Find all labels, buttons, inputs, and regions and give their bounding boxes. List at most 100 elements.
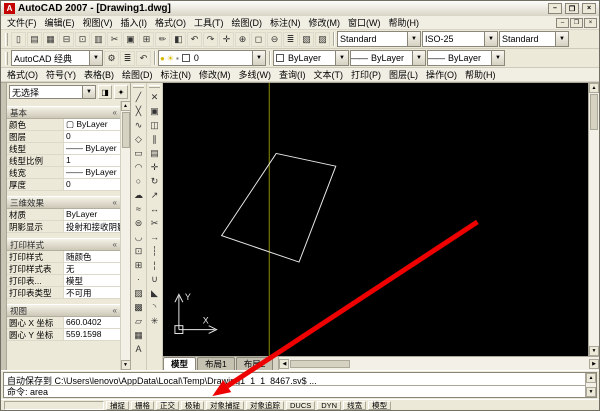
table-icon[interactable]: ▦: [132, 328, 146, 342]
property-row[interactable]: 阴影显示 投射和接收阴影: [7, 221, 120, 233]
polygon-icon[interactable]: ◇: [132, 132, 146, 146]
property-value[interactable]: —— ByLayer: [64, 143, 120, 154]
rectangle-icon[interactable]: ▭: [132, 146, 146, 160]
erase-icon[interactable]: ✕: [148, 90, 162, 104]
menu-item[interactable]: 工具(T): [190, 16, 228, 29]
insert-block-icon[interactable]: ⊡: [132, 244, 146, 258]
express-menu-item[interactable]: 文本(T): [310, 68, 348, 81]
construction-line-icon[interactable]: ╳: [132, 104, 146, 118]
express-menu-item[interactable]: 绘图(D): [118, 68, 157, 81]
express-menu-item[interactable]: 打印(P): [347, 68, 385, 81]
publish-icon[interactable]: ▥: [91, 31, 106, 47]
zoom-realtime-icon[interactable]: ⊕: [235, 31, 250, 47]
designcenter-icon[interactable]: ▧: [299, 31, 314, 47]
status-toggle-button[interactable]: 栅格: [131, 400, 154, 410]
save-icon[interactable]: ▦: [43, 31, 58, 47]
scroll-up-icon[interactable]: ▲: [589, 83, 599, 93]
command-scrollbar[interactable]: ▲ ▼: [585, 373, 596, 397]
property-row[interactable]: 打印表... 模型: [7, 275, 120, 287]
property-row[interactable]: 圆心 Y 坐标 559.1598: [7, 329, 120, 341]
command-input[interactable]: 命令: area: [4, 385, 585, 397]
spline-icon[interactable]: ≈: [132, 202, 146, 216]
minimize-button[interactable]: –: [548, 3, 562, 14]
property-value[interactable]: ByLayer: [64, 209, 120, 220]
property-value[interactable]: 0: [64, 131, 120, 142]
scroll-down-icon[interactable]: ▼: [120, 360, 130, 370]
property-row[interactable]: 打印表类型 不可用: [7, 287, 120, 299]
dim-style-combo[interactable]: ISO-25 ▼: [422, 31, 498, 47]
properties-icon[interactable]: ≣: [283, 31, 298, 47]
pan-icon[interactable]: ✛: [219, 31, 234, 47]
canvas-horizontal-scrollbar[interactable]: ◀ ▶: [278, 357, 599, 370]
workspace-settings-icon[interactable]: ⚙: [104, 50, 119, 66]
copy-icon[interactable]: ▣: [123, 31, 138, 47]
menu-item[interactable]: 绘图(D): [228, 16, 267, 29]
close-button[interactable]: ×: [582, 3, 596, 14]
menu-item[interactable]: 文件(F): [3, 16, 41, 29]
status-toggle-button[interactable]: 对象捕捉: [206, 400, 244, 410]
property-row[interactable]: 图层 0: [7, 131, 120, 143]
scroll-up-icon[interactable]: ▲: [120, 101, 130, 111]
plot-icon[interactable]: ⊟: [59, 31, 74, 47]
palette-section-header[interactable]: 视图 «: [7, 304, 120, 317]
extend-icon[interactable]: →: [148, 230, 162, 244]
scroll-down-icon[interactable]: ▼: [589, 346, 599, 356]
chevron-down-icon[interactable]: ▼: [252, 51, 265, 65]
express-menu-item[interactable]: 表格(B): [80, 68, 118, 81]
menu-item[interactable]: 标注(N): [266, 16, 305, 29]
mtext-icon[interactable]: A: [132, 342, 146, 356]
property-value[interactable]: 投射和接收阴影: [64, 221, 120, 232]
layer-properties-icon[interactable]: ≣: [120, 50, 135, 66]
doc-minimize-button[interactable]: –: [556, 17, 569, 28]
chevron-down-icon[interactable]: ▼: [407, 32, 420, 46]
ellipse-arc-icon[interactable]: ◡: [132, 230, 146, 244]
canvas-vertical-scrollbar[interactable]: ▲ ▼: [588, 83, 599, 356]
status-toggle-button[interactable]: DUCS: [286, 400, 316, 410]
status-toggle-button[interactable]: 极轴: [181, 400, 204, 410]
property-value[interactable]: 模型: [64, 275, 120, 286]
scrollbar-thumb[interactable]: [121, 112, 130, 148]
collapse-icon[interactable]: «: [113, 198, 117, 207]
linetype-combo[interactable]: —— ByLayer ▼: [350, 50, 426, 66]
express-menu-item[interactable]: 操作(O): [422, 68, 461, 81]
express-menu-item[interactable]: 图层(L): [385, 68, 422, 81]
property-value[interactable]: 660.0402: [64, 317, 120, 328]
property-row[interactable]: 线宽 —— ByLayer: [7, 167, 120, 179]
status-toggle-button[interactable]: 对象追踪: [246, 400, 284, 410]
cut-icon[interactable]: ✂: [107, 31, 122, 47]
drawing-canvas[interactable]: Y X: [163, 83, 588, 356]
collapse-icon[interactable]: «: [113, 108, 117, 117]
chevron-down-icon[interactable]: ▼: [82, 86, 95, 98]
doc-restore-button[interactable]: ❐: [570, 17, 583, 28]
rotate-icon[interactable]: ↻: [148, 174, 162, 188]
menu-item[interactable]: 格式(O): [151, 16, 190, 29]
scrollbar-thumb[interactable]: [290, 359, 351, 368]
point-icon[interactable]: ·: [132, 272, 146, 286]
undo-icon[interactable]: ↶: [187, 31, 202, 47]
palette-section-header[interactable]: 三维效果 «: [7, 196, 120, 209]
property-value[interactable]: ▢ ByLayer: [64, 119, 120, 130]
move-icon[interactable]: ✛: [148, 160, 162, 174]
property-value[interactable]: 1: [64, 155, 120, 166]
arc-icon[interactable]: ◠: [132, 160, 146, 174]
menu-item[interactable]: 窗口(W): [344, 16, 385, 29]
property-row[interactable]: 颜色 ▢ ByLayer: [7, 119, 120, 131]
property-row[interactable]: 材质 ByLayer: [7, 209, 120, 221]
toggle-pickadd-button[interactable]: ◨: [98, 85, 112, 99]
status-toggle-button[interactable]: 线宽: [343, 400, 367, 410]
break-point-icon[interactable]: ┆: [148, 244, 162, 258]
menu-item[interactable]: 编辑(E): [41, 16, 79, 29]
offset-icon[interactable]: ∥: [148, 132, 162, 146]
lineweight-combo[interactable]: —— ByLayer ▼: [427, 50, 505, 66]
toolbar-grip[interactable]: [5, 32, 8, 46]
layer-combo[interactable]: ● ☀ ▪ 0 ▼: [158, 50, 266, 66]
drawn-polygon[interactable]: [220, 152, 337, 263]
region-icon[interactable]: ▱: [132, 314, 146, 328]
menu-item[interactable]: 修改(M): [305, 16, 345, 29]
collapse-icon[interactable]: «: [113, 306, 117, 315]
stretch-icon[interactable]: ↔: [148, 202, 162, 216]
chevron-down-icon[interactable]: ▼: [335, 51, 348, 65]
command-history[interactable]: 自动保存到 C:\Users\lenovo\AppData\Local\Temp…: [4, 373, 585, 385]
scroll-down-icon[interactable]: ▼: [586, 387, 596, 397]
property-value[interactable]: 559.1598: [64, 329, 120, 340]
